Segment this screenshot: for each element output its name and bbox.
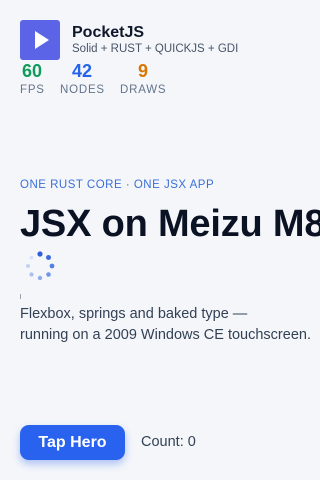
stat-draws: 9 DRAWS bbox=[120, 60, 166, 97]
stats-bar: 60 FPS 42 NODES 9 DRAWS bbox=[20, 60, 220, 100]
text-caret bbox=[20, 294, 21, 299]
description-line: Flexbox, springs and baked type — bbox=[20, 306, 248, 322]
stat-draws-value: 9 bbox=[137, 61, 148, 81]
hero-kicker: ONE RUST CORE · ONE JSX APP bbox=[20, 179, 215, 191]
stat-nodes-label: NODES bbox=[60, 84, 105, 96]
tap-hero-button[interactable]: Tap Hero bbox=[20, 425, 125, 460]
tap-count: Count: 0 bbox=[141, 434, 196, 450]
hero-description: Flexbox, springs and baked type — runnin… bbox=[20, 304, 320, 346]
stat-draws-label: DRAWS bbox=[120, 84, 167, 96]
stat-fps: 60 FPS bbox=[20, 60, 44, 97]
description-line: running on a 2009 Windows CE touchscreen… bbox=[20, 327, 311, 343]
app-name: PocketJS bbox=[72, 24, 145, 41]
loading-spinner-icon bbox=[22, 248, 58, 284]
stat-nodes: 42 NODES bbox=[60, 60, 104, 97]
hero-title: JSX on Meizu M8 bbox=[20, 203, 320, 245]
app-header: PocketJS Solid + RUST + QUICKJS + GDI bbox=[20, 20, 310, 60]
stat-fps-value: 60 bbox=[21, 61, 43, 81]
app-subtitle: Solid + RUST + QUICKJS + GDI bbox=[72, 43, 239, 55]
stat-fps-label: FPS bbox=[20, 84, 45, 96]
play-icon bbox=[20, 20, 60, 60]
stat-nodes-value: 42 bbox=[71, 61, 93, 81]
